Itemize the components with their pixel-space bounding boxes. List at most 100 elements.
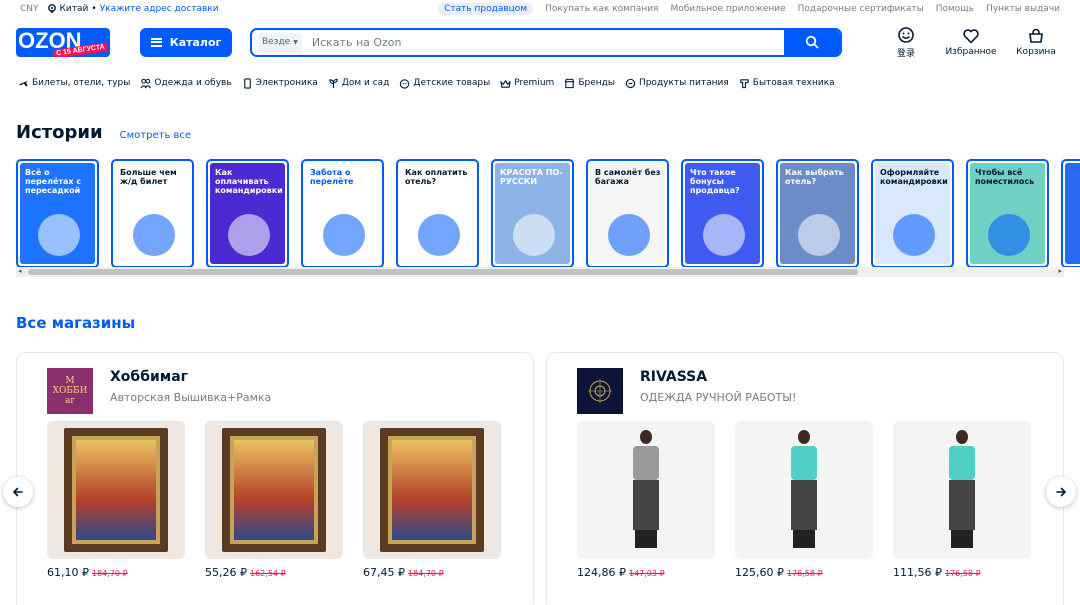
story-illustration <box>418 214 460 256</box>
chevron-down-icon: ▼ <box>293 38 298 46</box>
ozon-logo[interactable]: OZON С 15 АВГУСТА <box>16 27 110 57</box>
category-label: Билеты, отели, туры <box>32 78 131 88</box>
stories-carousel: Всё о перелётах с пересадкой Больше чем ж… <box>0 143 1080 267</box>
category-electronics[interactable]: Электроника <box>242 77 318 89</box>
catalog-button[interactable]: Каталог <box>140 27 232 57</box>
story-illustration <box>228 214 270 256</box>
current-price: 125,60 ₽ <box>735 566 784 579</box>
shop-products: 124,86 ₽147,03 ₽125,60 ₽176,58 ₽ 111,56 ₽… <box>577 421 1033 579</box>
carousel-next-button[interactable] <box>1046 477 1076 507</box>
search-input[interactable] <box>301 35 784 49</box>
category-appliances[interactable]: Бытовая техника <box>739 78 835 89</box>
product-image[interactable] <box>577 421 715 559</box>
category-kids[interactable]: Детские товары <box>399 78 490 89</box>
story-cover: Всё о перелётах с пересадкой <box>20 163 95 264</box>
search-bar: Везде ▼ <box>250 27 842 57</box>
product-image[interactable] <box>363 421 501 559</box>
shop-logo[interactable] <box>577 368 623 414</box>
category-label: Электроника <box>255 78 318 88</box>
product-card[interactable]: 61,10 ₽184,70 ₽ <box>47 421 185 579</box>
story-title: Как оплатить отель? <box>405 168 468 186</box>
search-scope-dropdown[interactable]: Везде ▼ <box>258 32 302 52</box>
shop-card[interactable]: М ХОББИ аг Хоббимаг Авторская Вышивка+Рамк… <box>16 352 534 605</box>
story-illustration <box>608 214 650 256</box>
category-food[interactable]: Продукты питания <box>625 78 729 89</box>
search-button[interactable] <box>784 29 840 55</box>
story-card[interactable]: КРАСОТА ПО-РУССКИ <box>491 159 574 267</box>
product-card[interactable]: 124,86 ₽147,03 ₽ <box>577 421 715 579</box>
product-image[interactable] <box>47 421 185 559</box>
story-cover: Чтобы всё поместилось <box>970 163 1045 264</box>
product-price: 55,26 ₽162,54 ₽ <box>205 566 343 579</box>
product-price: 111,56 ₽176,58 ₽ <box>893 566 1031 579</box>
story-card[interactable]: Как оплачивать командировки <box>206 159 289 267</box>
story-illustration <box>133 214 175 256</box>
pickup-points-link[interactable]: Пункты выдачи <box>986 4 1060 14</box>
category-label: Дом и сад <box>341 78 390 88</box>
baby-icon <box>400 78 410 89</box>
story-illustration <box>703 214 745 256</box>
become-seller-link[interactable]: Стать продавцом <box>438 2 534 15</box>
story-card[interactable]: В самолёт без багажа <box>586 159 669 267</box>
story-illustration <box>988 214 1030 256</box>
ornament-icon <box>588 379 612 403</box>
catalog-label: Каталог <box>169 35 222 49</box>
product-card[interactable]: 55,26 ₽162,54 ₽ <box>205 421 343 579</box>
location-pin-icon <box>47 3 56 13</box>
all-shops-title[interactable]: Все магазины <box>0 277 1080 332</box>
current-price: 124,86 ₽ <box>577 566 626 579</box>
buy-as-company-link[interactable]: Покупать как компания <box>545 4 658 14</box>
shop-name[interactable]: RIVASSA <box>640 369 796 385</box>
product-card[interactable]: 67,45 ₽184,70 ₽ <box>363 421 501 579</box>
help-link[interactable]: Помощь <box>936 4 974 14</box>
icon-frame <box>64 428 168 552</box>
story-card[interactable]: Как выбрать отель? <box>776 159 859 267</box>
story-card[interactable]: Забота о перелёте <box>301 159 384 267</box>
shop-name[interactable]: Хоббимаг <box>110 369 271 385</box>
story-cover: В самолёт без багажа <box>590 163 665 264</box>
story-card[interactable]: Оформляйте командировки <box>871 159 954 267</box>
shop-description: Авторская Вышивка+Рамка <box>110 391 272 404</box>
story-card[interactable]: Всё о перелётах с пересадкой <box>16 159 99 267</box>
people-icon <box>140 78 152 88</box>
category-tickets[interactable]: Билеты, отели, туры <box>18 78 130 89</box>
story-card[interactable] <box>1061 159 1080 267</box>
favorites-button[interactable]: Избранное <box>936 27 1006 57</box>
category-clothing[interactable]: Одежда и обувь <box>140 78 232 89</box>
product-image[interactable] <box>893 421 1031 559</box>
product-image[interactable] <box>735 421 873 559</box>
gift-cards-link[interactable]: Подарочные сертификаты <box>798 4 924 14</box>
scroll-right-arrow-icon[interactable]: ▸ <box>1058 267 1062 275</box>
scrollbar-thumb[interactable] <box>28 269 858 275</box>
shop-logo[interactable]: М ХОББИ аг <box>47 368 93 414</box>
category-premium[interactable]: Premium <box>500 78 554 89</box>
product-card[interactable]: 111,56 ₽176,58 ₽ <box>893 421 1031 579</box>
category-brands[interactable]: Бренды <box>564 78 615 89</box>
story-card[interactable]: Как оплатить отель? <box>396 159 479 267</box>
product-image[interactable] <box>205 421 343 559</box>
delivery-address-link[interactable]: Укажите адрес доставки <box>100 4 219 14</box>
carousel-prev-button[interactable] <box>3 477 33 507</box>
story-card[interactable]: Чтобы всё поместилось <box>966 159 1049 267</box>
shop-card[interactable]: RIVASSA ОДЕЖДА РУЧНОЙ РАБОТЫ! 124,86 ₽147,… <box>546 352 1064 605</box>
currency-switch[interactable]: CNY <box>20 4 39 14</box>
login-button[interactable]: 登录 <box>876 26 936 59</box>
product-card[interactable]: 125,60 ₽176,58 ₽ <box>735 421 873 579</box>
story-card[interactable]: Что такое бонусы продавца? <box>681 159 764 267</box>
stories-scrollbar[interactable]: ◂ ▸ <box>16 267 1064 277</box>
stories-see-all-link[interactable]: Смотреть все <box>120 130 191 141</box>
story-card[interactable]: Больше чем ж/д билет <box>111 159 194 267</box>
story-cover: Оформляйте командировки <box>875 163 950 264</box>
icon-frame <box>222 428 326 552</box>
story-title: Больше чем ж/д билет <box>120 168 177 186</box>
story-illustration <box>513 214 555 256</box>
cart-button[interactable]: Корзина <box>1006 27 1066 57</box>
search-icon <box>805 35 819 49</box>
appliance-icon <box>740 78 749 88</box>
story-title: Как выбрать отель? <box>785 168 844 186</box>
category-home-garden[interactable]: Дом и сад <box>328 78 390 89</box>
scroll-left-arrow-icon[interactable]: ◂ <box>18 267 22 275</box>
location-selector[interactable]: Китай • Укажите адрес доставки <box>47 4 219 14</box>
mobile-app-link[interactable]: Мобильное приложение <box>670 4 785 14</box>
category-label: Premium <box>514 78 555 88</box>
